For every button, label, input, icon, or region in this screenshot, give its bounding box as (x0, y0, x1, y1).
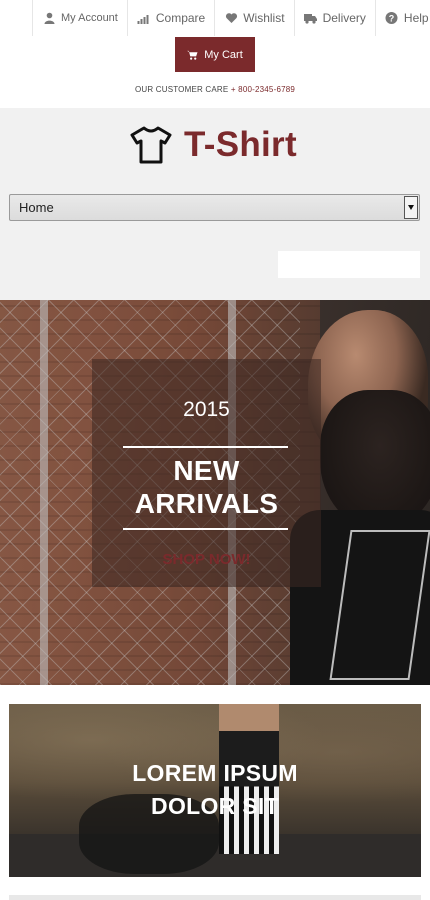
promo-banner-title: LOREM IPSUM DOLOR SIT (9, 757, 421, 823)
hero-title: NEW ARRIVALS (92, 454, 321, 520)
compare-link[interactable]: Compare (126, 0, 214, 36)
user-icon (42, 12, 56, 24)
wishlist-label: Wishlist (243, 11, 285, 25)
site-logo[interactable]: T-Shirt (130, 122, 297, 168)
question-icon: ? (385, 12, 399, 24)
wishlist-link[interactable]: Wishlist (214, 0, 293, 36)
my-account-link[interactable]: My Account (32, 0, 127, 36)
truck-icon (304, 12, 318, 24)
tshirt-icon (130, 126, 172, 164)
fence-post (40, 300, 48, 685)
bar-chart-icon (137, 12, 151, 24)
next-banner-edge (9, 895, 421, 900)
promo-title-line1: LOREM IPSUM (132, 760, 298, 786)
help-label: Help (403, 11, 429, 25)
cart-icon (187, 50, 198, 60)
logo-text: T-Shirt (184, 125, 297, 164)
my-account-label: My Account (61, 12, 118, 24)
svg-text:?: ? (389, 14, 395, 24)
hero-divider-bottom (123, 528, 288, 530)
promo-title-line2: DOLOR SIT (151, 793, 279, 819)
delivery-label: Delivery (322, 11, 366, 25)
customer-care-label: OUR CUSTOMER CARE (134, 85, 229, 94)
customer-care: OUR CUSTOMER CARE + 800-2345-6789 (0, 85, 430, 94)
my-cart-label: My Cart (204, 48, 243, 61)
chevron-down-icon (404, 196, 418, 219)
customer-care-phone[interactable]: + 800-2345-6789 (231, 85, 295, 94)
my-cart-button[interactable]: My Cart (175, 37, 255, 72)
hero-year: 2015 (183, 398, 230, 421)
search-box (278, 251, 430, 278)
help-link[interactable]: ? Help (374, 0, 430, 36)
model-beard (320, 390, 430, 530)
heart-icon (224, 12, 238, 24)
search-input[interactable] (278, 251, 430, 278)
hero-title-line1: NEW (173, 455, 240, 486)
nav-selected-value: Home (19, 200, 54, 215)
shop-now-link[interactable]: SHOP NOW! (92, 551, 321, 568)
compare-label: Compare (155, 11, 206, 25)
main-nav-select[interactable]: Home (9, 194, 420, 221)
hero-divider-top (123, 446, 288, 448)
hero-title-line2: ARRIVALS (134, 488, 279, 519)
top-links: My Account Compare Wishlist Delivery ? H… (32, 0, 430, 36)
top-links-bar: My Account Compare Wishlist Delivery ? H… (0, 0, 430, 36)
delivery-link[interactable]: Delivery (293, 0, 375, 36)
